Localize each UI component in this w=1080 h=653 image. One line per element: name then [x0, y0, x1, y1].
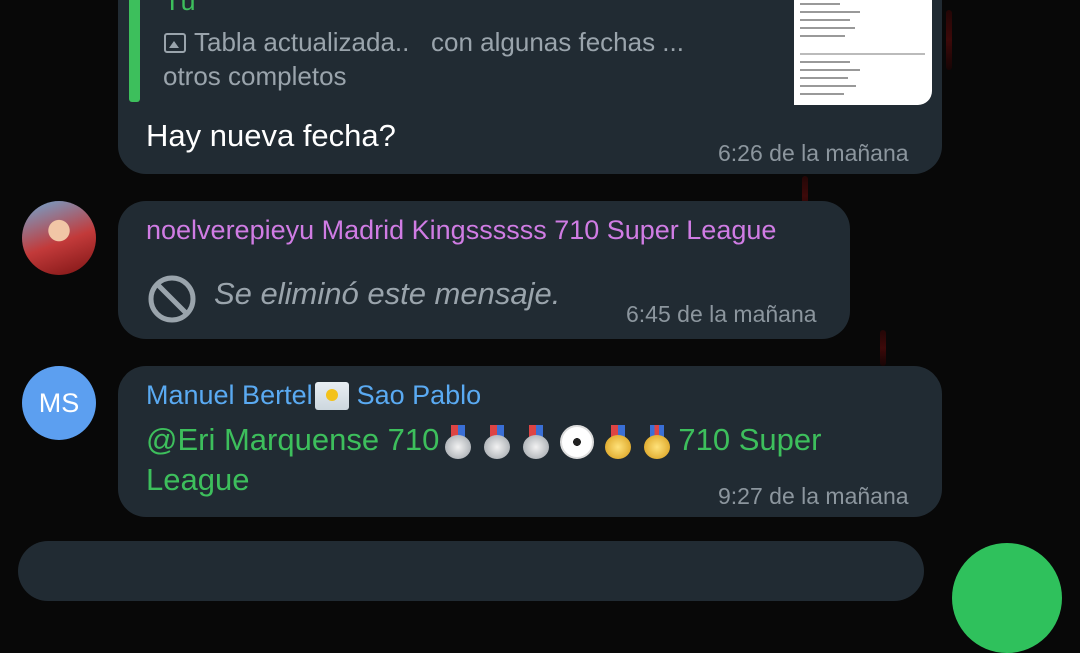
reply-accent-bar — [129, 0, 140, 102]
message-text: Hay nueva fecha? — [146, 118, 396, 153]
reply-preview-line[interactable]: Tabla actualizada.. con algunas fechas .… — [164, 27, 684, 58]
ban-icon — [148, 275, 196, 323]
floating-action-button[interactable] — [952, 543, 1062, 653]
soccer-ball-icon — [560, 424, 595, 459]
avatar[interactable]: MS — [22, 366, 96, 440]
gold-medal-icon — [603, 424, 633, 459]
message-timestamp: 6:45 de la mañana — [626, 301, 817, 327]
reply-author: Tú — [164, 0, 196, 16]
reply-preview-text: Tabla actualizada.. con algunas fechas .… — [194, 27, 684, 57]
mention-text[interactable]: @Eri Marquense 710 — [146, 422, 439, 457]
silver-medal-icon — [443, 424, 473, 459]
emoji-group — [443, 424, 672, 459]
military-medal-icon — [642, 424, 672, 459]
avatar[interactable] — [22, 201, 96, 275]
reply-image-thumbnail[interactable] — [794, 0, 932, 105]
sender-name-part: Manuel Bertel — [146, 380, 313, 410]
background-streak — [880, 330, 886, 366]
sender-name[interactable]: Manuel Bertel Sao Pablo — [146, 380, 481, 411]
reply-preview-line-2: otros completos — [163, 61, 347, 91]
sender-name-part: Sao Pablo — [356, 380, 482, 410]
background-streak — [946, 10, 952, 70]
silver-medal-icon — [482, 424, 512, 459]
flag-emoji-icon — [314, 381, 349, 410]
message-bubble[interactable] — [18, 541, 924, 601]
silver-medal-icon — [521, 424, 551, 459]
deleted-message-text: Se eliminó este mensaje. — [214, 276, 561, 311]
message-timestamp: 6:26 de la mañana — [718, 140, 909, 166]
photo-icon — [164, 32, 186, 53]
message-timestamp: 9:27 de la mañana — [718, 483, 909, 509]
sender-name[interactable]: noelverepieyu Madrid Kingssssss 710 Supe… — [146, 215, 776, 246]
